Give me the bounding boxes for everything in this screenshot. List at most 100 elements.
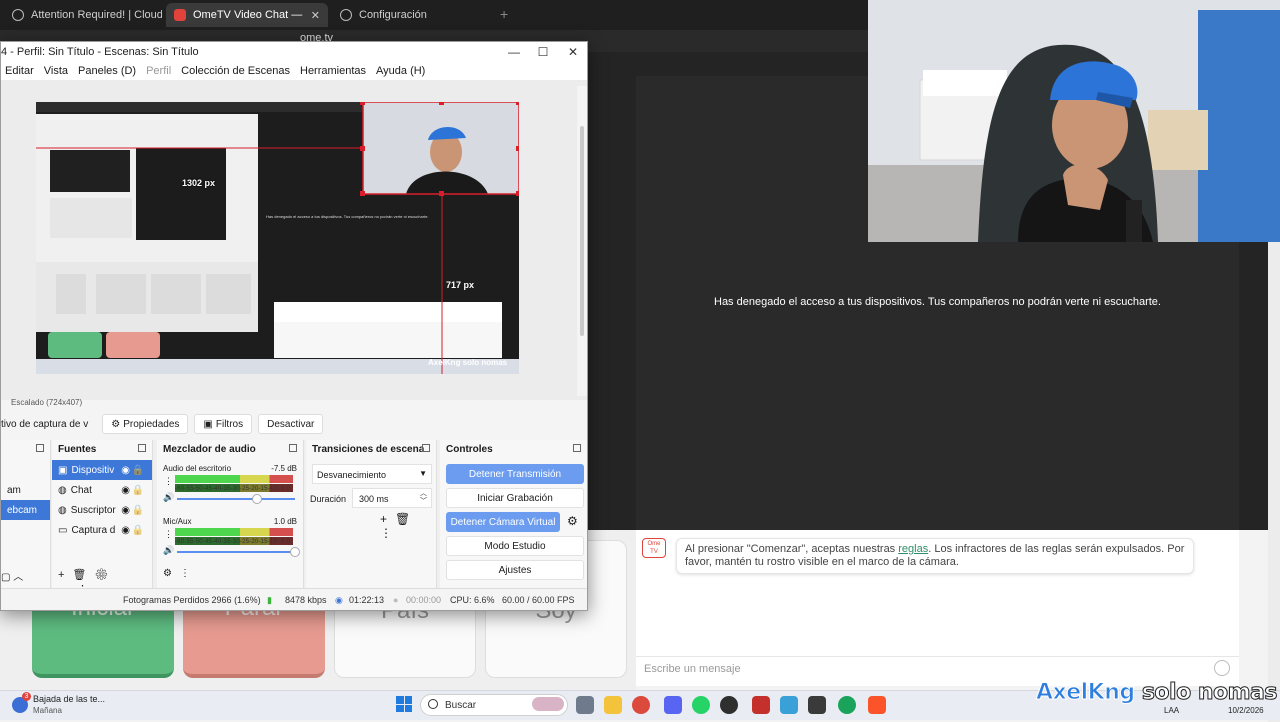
- scene-toolbar-icons[interactable]: ▢ ︿: [1, 568, 23, 583]
- menu-ayuda[interactable]: Ayuda (H): [371, 65, 430, 77]
- scene-item[interactable]: am: [1, 480, 50, 500]
- obs-preview-canvas[interactable]: 1302 px 717 px Has denegado el acceso a …: [36, 102, 519, 374]
- rules-link[interactable]: reglas: [898, 543, 928, 555]
- volume-meter: [175, 528, 293, 536]
- speaker-icon[interactable]: 🔊: [163, 492, 174, 503]
- menu-editar[interactable]: Editar: [1, 65, 39, 77]
- channel-name: Audio del escritorio: [163, 464, 232, 473]
- width-measure-label: 1302 px: [182, 178, 216, 188]
- camera-icon: ▣: [58, 464, 68, 476]
- webcam-feed: [868, 0, 1280, 242]
- eye-icon[interactable]: ◉: [121, 505, 130, 516]
- stop-virtual-camera-button[interactable]: Detener Cámara Virtual: [446, 512, 560, 532]
- channel-menu-icon[interactable]: ⋮: [164, 529, 173, 540]
- eye-icon[interactable]: ◉: [121, 465, 130, 476]
- rules-notice: Al presionar "Comenzar", aceptas nuestra…: [676, 538, 1194, 574]
- close-icon[interactable]: ✕: [558, 43, 588, 61]
- language-indicator[interactable]: LAA: [1164, 706, 1179, 715]
- dock-float-icon[interactable]: [289, 444, 297, 452]
- close-tab-icon[interactable]: ✕: [303, 9, 320, 22]
- channel-menu-icon[interactable]: ⋮: [164, 476, 173, 487]
- start-recording-button[interactable]: Iniciar Grabación: [446, 488, 584, 508]
- app-icon[interactable]: [808, 696, 826, 714]
- dock-float-icon[interactable]: [422, 444, 430, 452]
- preview-scrollbar[interactable]: [577, 86, 587, 396]
- properties-button[interactable]: ⚙ Propiedades: [102, 414, 189, 434]
- scenes-dock: am ebcam ▢ ︿: [1, 440, 51, 588]
- mixer-toolbar-icons[interactable]: ⚙⋮: [163, 568, 198, 579]
- search-highlight-icon[interactable]: [532, 697, 564, 711]
- stream-icon: ◉: [335, 595, 343, 605]
- tab-cloudflare[interactable]: Attention Required! | Cloudflare: [4, 3, 162, 27]
- menu-herramientas[interactable]: Herramientas: [295, 65, 371, 77]
- maximize-icon[interactable]: ☐: [528, 43, 558, 61]
- source-item[interactable]: ▣ Dispositiv ◉ 🔒: [52, 460, 152, 480]
- stop-streaming-button[interactable]: Detener Transmisión: [446, 464, 584, 484]
- task-view-icon[interactable]: [576, 696, 594, 714]
- obs-window: 4 - Perfil: Sin Título - Escenas: Sin Tí…: [0, 41, 588, 611]
- eye-icon[interactable]: ◉: [121, 485, 130, 496]
- virtual-camera-settings-icon[interactable]: ⚙: [567, 514, 578, 528]
- app-icon[interactable]: [838, 696, 856, 714]
- window-title: 4 - Perfil: Sin Título - Escenas: Sin Tí…: [1, 46, 199, 58]
- tab-ometv[interactable]: OmeTV Video Chat — Omegle R ✕: [166, 3, 328, 27]
- studio-mode-button[interactable]: Modo Estudio: [446, 536, 584, 556]
- page-scrollbar[interactable]: [1268, 242, 1280, 722]
- emoji-icon[interactable]: [1214, 660, 1230, 676]
- lock-icon[interactable]: 🔒: [132, 465, 144, 476]
- duration-input[interactable]: 300 ms ︿ ﹀: [352, 488, 432, 508]
- menu-perfil[interactable]: Perfil: [141, 65, 176, 77]
- transitions-dock: Transiciones de escena Desvanecimiento ▼ …: [306, 440, 437, 588]
- message-input[interactable]: Escribe un mensaje: [636, 656, 1239, 680]
- ometv-favicon-icon: [174, 9, 186, 21]
- settings-button[interactable]: Ajustes: [446, 560, 584, 580]
- tab-configuracion[interactable]: Configuración: [332, 3, 492, 27]
- source-item[interactable]: ◍ Suscriptor ◉ 🔒: [52, 500, 152, 520]
- meter-scale: -60-55-50-45-40-35-30-25-20-15-10 -5 0: [175, 539, 290, 545]
- lock-icon[interactable]: 🔒: [132, 505, 144, 516]
- deactivate-button[interactable]: Desactivar: [258, 414, 324, 434]
- windows-start-icon[interactable]: [396, 696, 412, 712]
- speaker-icon[interactable]: 🔊: [163, 545, 174, 556]
- transition-toolbar-icons[interactable]: +🗑⋮: [380, 512, 436, 540]
- webcam-image: [868, 0, 1280, 242]
- brave-icon[interactable]: [868, 696, 886, 714]
- record-time: 00:00:00: [406, 595, 442, 605]
- lock-icon[interactable]: 🔒: [132, 525, 144, 536]
- volume-slider[interactable]: [177, 494, 295, 504]
- menu-coleccion[interactable]: Colección de Escenas: [176, 65, 295, 77]
- obs-icon[interactable]: [720, 696, 738, 714]
- notification-badge: 3: [22, 692, 31, 701]
- clock-date[interactable]: 10/2/2026: [1228, 706, 1264, 715]
- meter-scale: -60-55-50-45-40-35-30-25-20-15-10 -5 0: [175, 486, 290, 492]
- dock-float-icon[interactable]: [138, 444, 146, 452]
- transition-select[interactable]: Desvanecimiento ▼: [312, 464, 432, 484]
- source-item[interactable]: ▭ Captura d ◉ 🔒: [52, 520, 152, 540]
- eye-icon[interactable]: ◉: [121, 525, 130, 536]
- discord-icon[interactable]: [664, 696, 682, 714]
- dock-float-icon[interactable]: [573, 444, 581, 452]
- filters-button[interactable]: ▣ Filtros: [194, 414, 253, 434]
- source-item[interactable]: ◍ Chat ◉ 🔒: [52, 480, 152, 500]
- dock-float-icon[interactable]: [36, 444, 44, 452]
- scale-label: Escalado (724x407): [11, 398, 83, 407]
- menu-vista[interactable]: Vista: [39, 65, 73, 77]
- app-icon[interactable]: [780, 696, 798, 714]
- chrome-icon[interactable]: [632, 696, 650, 714]
- volume-slider[interactable]: [177, 547, 300, 557]
- lock-icon[interactable]: 🔒: [132, 485, 144, 496]
- filter-icon: ▣: [203, 418, 213, 430]
- whatsapp-icon[interactable]: [692, 696, 710, 714]
- cpu-usage: CPU: 6.6%: [450, 595, 495, 605]
- menu-paneles[interactable]: Paneles (D): [73, 65, 141, 77]
- minimize-icon[interactable]: —: [499, 43, 529, 61]
- file-explorer-icon[interactable]: [604, 696, 622, 714]
- active-source-name: tivo de captura de v: [1, 418, 89, 430]
- stepper-icon[interactable]: ︿ ﹀: [420, 490, 427, 506]
- scene-item-selected[interactable]: ebcam: [1, 500, 50, 520]
- new-tab-icon[interactable]: +: [500, 6, 508, 22]
- app-icon[interactable]: [752, 696, 770, 714]
- volume-slider-knob[interactable]: [252, 494, 262, 504]
- fps: 60.00 / 60.00 FPS: [502, 595, 575, 605]
- volume-slider-knob[interactable]: [290, 547, 300, 557]
